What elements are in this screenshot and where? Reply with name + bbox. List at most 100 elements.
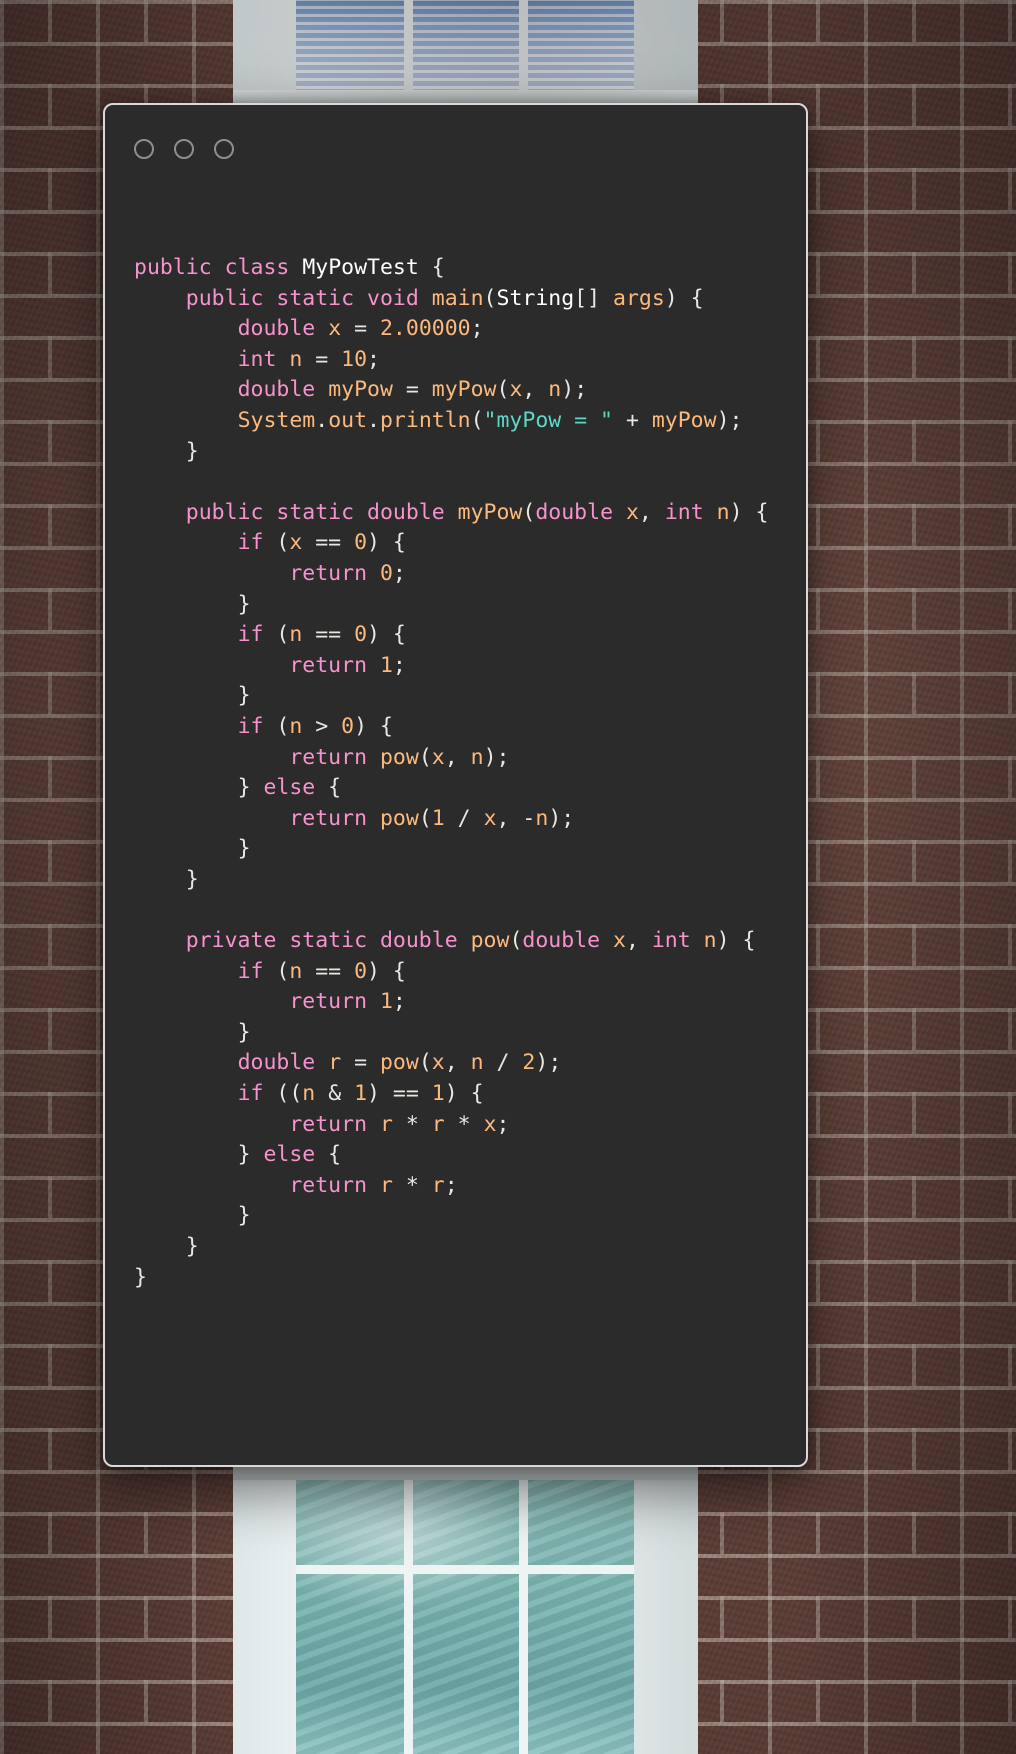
code-token: ; <box>470 316 484 342</box>
code-token: . <box>367 407 380 433</box>
code-token: n <box>470 744 484 770</box>
code-token: System <box>237 407 316 433</box>
minimize-button-icon[interactable] <box>174 139 194 159</box>
code-token: / <box>444 805 484 831</box>
code-line: public static void main(String[] args) { <box>105 284 806 315</box>
code-token: double <box>535 499 614 525</box>
code-token: ( <box>522 499 536 525</box>
code-token: } <box>134 775 264 801</box>
code-token: x <box>625 499 639 525</box>
code-token: ; <box>496 1111 510 1137</box>
code-token: , - <box>496 805 536 831</box>
code-token: pow <box>379 744 419 770</box>
code-token: } <box>134 836 251 862</box>
code-token: out <box>328 407 368 433</box>
code-screenshot-window: public class MyPowTest { public static v… <box>103 103 808 1467</box>
code-block: public class MyPowTest { public static v… <box>105 193 806 1293</box>
close-button-icon[interactable] <box>134 139 154 159</box>
code-token: n <box>302 1081 316 1107</box>
code-token: 10 <box>341 346 368 372</box>
code-token: if <box>237 622 264 648</box>
code-token: . <box>315 407 329 433</box>
code-token: static <box>289 928 368 954</box>
code-token: double <box>237 377 316 403</box>
code-token: ; <box>392 560 406 586</box>
code-token: (( <box>263 1081 303 1107</box>
code-token: n <box>703 928 717 954</box>
code-token: == <box>302 622 355 648</box>
code-token: return <box>289 1111 368 1137</box>
code-token: ; <box>444 1172 458 1198</box>
code-token: double <box>237 1050 316 1076</box>
code-token: 0 <box>341 713 355 739</box>
code-token: main <box>431 285 484 311</box>
code-token: ( <box>470 407 484 433</box>
code-token: "myPow = " <box>483 407 613 433</box>
code-token: return <box>289 560 368 586</box>
code-token: } <box>134 1203 251 1229</box>
code-token: ( <box>418 744 432 770</box>
code-line: } <box>105 1201 806 1232</box>
code-token: pow <box>379 805 419 831</box>
code-token: double <box>522 928 601 954</box>
code-token: ; <box>392 989 406 1015</box>
code-token: = <box>341 1050 380 1076</box>
code-token: void <box>367 285 419 311</box>
code-token: , <box>625 928 652 954</box>
code-token: x <box>431 1050 445 1076</box>
code-token: , <box>444 1050 471 1076</box>
code-token: 1 <box>379 989 393 1015</box>
code-token: static <box>276 285 355 311</box>
code-token: ) { <box>367 958 406 984</box>
code-line: } <box>105 437 806 468</box>
code-token: n <box>289 958 303 984</box>
code-token: 2.00000 <box>379 316 471 342</box>
code-token: 1 <box>431 805 445 831</box>
code-token: int <box>664 499 704 525</box>
code-token: return <box>289 989 368 1015</box>
code-token: 1 <box>431 1081 445 1107</box>
code-line: if (x == 0) { <box>105 528 806 559</box>
code-token: ( <box>263 622 290 648</box>
code-token: ) { <box>354 713 393 739</box>
code-token: * <box>392 1172 432 1198</box>
code-token: r <box>431 1172 445 1198</box>
code-token: > <box>302 713 342 739</box>
code-token: ); <box>716 407 743 433</box>
code-token: args <box>613 285 665 311</box>
code-token: x <box>483 1111 497 1137</box>
code-token: return <box>289 1172 368 1198</box>
code-token: ) { <box>729 499 769 525</box>
code-line: System.out.println("myPow = " + myPow); <box>105 406 806 437</box>
code-token: MyPowTest <box>302 255 419 280</box>
code-token: myPow <box>457 499 523 525</box>
maximize-button-icon[interactable] <box>214 139 234 159</box>
code-token: + <box>613 407 652 433</box>
code-line: return r * r; <box>105 1171 806 1202</box>
code-token: } <box>134 591 251 617</box>
code-token: [] <box>574 285 614 311</box>
code-token: 2 <box>522 1050 536 1076</box>
code-token: , <box>444 744 471 770</box>
code-token: n <box>470 1050 484 1076</box>
code-line: return pow(x, n); <box>105 743 806 774</box>
code-line: private static double pow(double x, int … <box>105 926 806 957</box>
